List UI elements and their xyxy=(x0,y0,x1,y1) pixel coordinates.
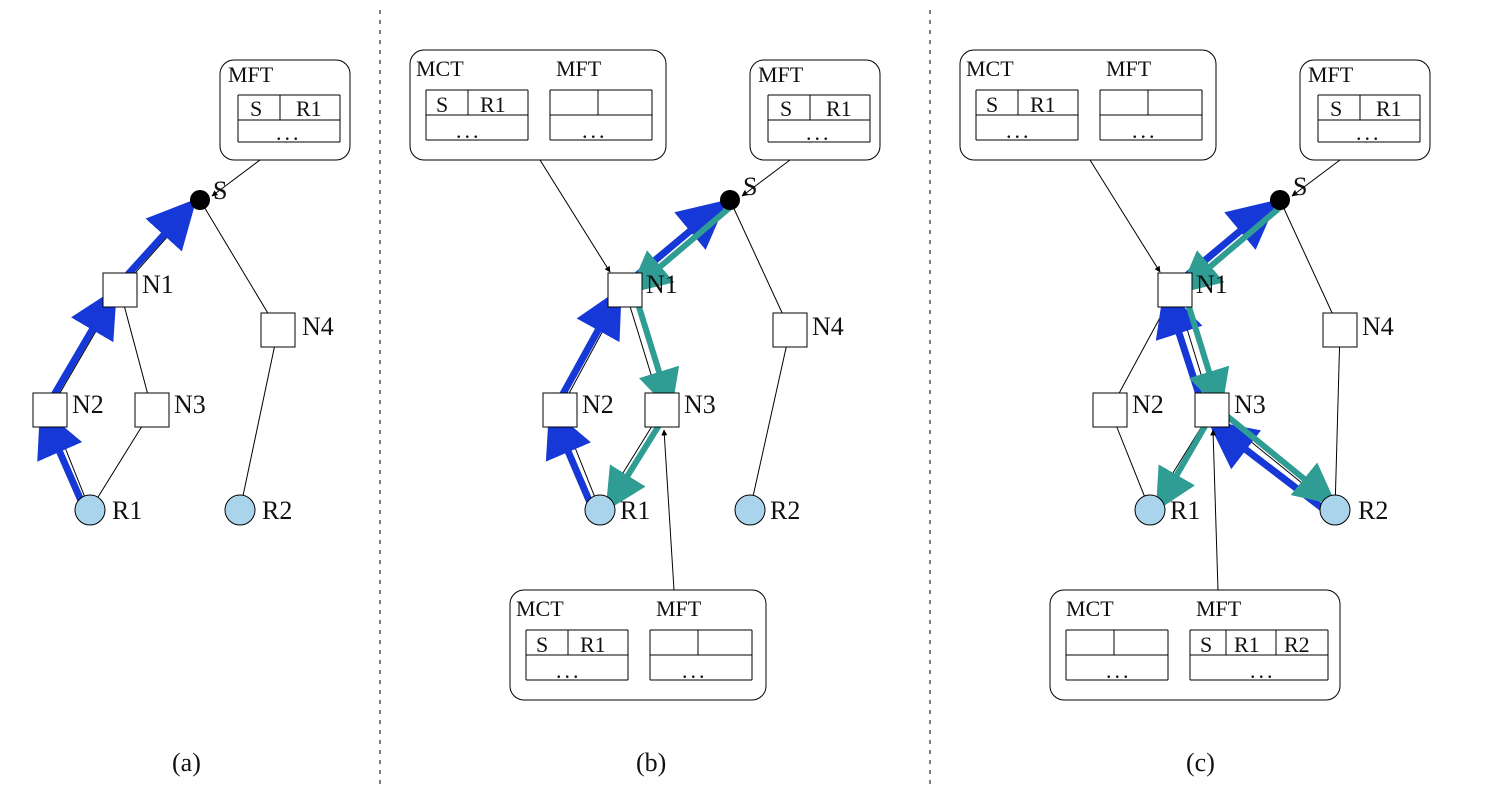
receiver-node xyxy=(585,495,615,525)
receiver-node xyxy=(735,495,765,525)
table-cell: S xyxy=(986,92,998,118)
callout-pointer xyxy=(1213,430,1218,590)
node-label-r1: R1 xyxy=(112,496,142,526)
panel-label-a: (a) xyxy=(172,748,201,778)
node-label-r1: R1 xyxy=(1170,496,1200,526)
callout-pointer xyxy=(664,430,674,590)
node-label-r2: R2 xyxy=(770,496,800,526)
table-cell: S xyxy=(436,92,448,118)
source-node xyxy=(720,190,740,210)
receiver-node xyxy=(1135,495,1165,525)
table-cell: R1 xyxy=(580,632,606,658)
callout-pointer xyxy=(1090,160,1160,272)
ellipsis: ... xyxy=(682,658,708,684)
blue-edge xyxy=(1215,426,1330,514)
node-label-n1: N1 xyxy=(646,270,678,300)
node-label-n4: N4 xyxy=(302,312,334,342)
table-cell: S xyxy=(536,632,548,658)
receiver-node xyxy=(225,495,255,525)
node-label-n3: N3 xyxy=(1234,390,1266,420)
teal-edge xyxy=(635,294,669,404)
node-label-r2: R2 xyxy=(262,496,292,526)
table-title: MCT xyxy=(516,596,564,622)
table-title: MFT xyxy=(228,62,273,88)
table-cell: R1 xyxy=(1234,632,1260,658)
table-title: MFT xyxy=(1308,62,1353,88)
panel-label-b: (b) xyxy=(636,748,666,778)
panel-c xyxy=(960,50,1430,700)
node-label-n3: N3 xyxy=(684,390,716,420)
blue-edge xyxy=(44,416,86,512)
table-cell: R1 xyxy=(480,92,506,118)
table-title: MFT xyxy=(656,596,701,622)
node-label-n2: N2 xyxy=(1132,390,1164,420)
node-label-s: S xyxy=(1293,172,1307,202)
panel-a xyxy=(33,60,350,525)
ellipsis: ... xyxy=(1356,120,1382,146)
node-label-s: S xyxy=(213,176,227,206)
table-cell: R1 xyxy=(1376,96,1402,122)
callout-pointer xyxy=(540,160,610,272)
teal-edge xyxy=(1222,412,1330,500)
receiver-node xyxy=(1320,495,1350,525)
node-label-n2: N2 xyxy=(582,390,614,420)
node-label-n2: N2 xyxy=(72,390,104,420)
source-node xyxy=(190,190,210,210)
table-cell: S xyxy=(1200,632,1212,658)
blue-edge xyxy=(553,416,594,512)
node-label-n4: N4 xyxy=(1362,312,1394,342)
table-cell: R2 xyxy=(1284,632,1310,658)
node-label-n1: N1 xyxy=(142,270,174,300)
diagram-canvas: S N1 N2 N3 N4 R1 R2 MFT S R1 ... (a) S N… xyxy=(0,0,1500,800)
table-title: MCT xyxy=(1066,596,1114,622)
table-title: MFT xyxy=(1106,56,1151,82)
ellipsis: ... xyxy=(1132,118,1158,144)
node-label-s: S xyxy=(743,172,757,202)
table-title: MFT xyxy=(556,56,601,82)
table-cell: R1 xyxy=(296,96,322,122)
node-label-n1: N1 xyxy=(1196,270,1228,300)
table-cell: S xyxy=(1330,96,1342,122)
ellipsis: ... xyxy=(1106,658,1132,684)
table-cell: R1 xyxy=(826,96,852,122)
table-cell: R1 xyxy=(1030,92,1056,118)
node-label-r1: R1 xyxy=(620,496,650,526)
panel-label-c: (c) xyxy=(1186,748,1215,778)
teal-edge xyxy=(1185,294,1219,404)
table-title: MFT xyxy=(758,62,803,88)
node-label-r2: R2 xyxy=(1358,496,1388,526)
ellipsis: ... xyxy=(582,118,608,144)
ellipsis: ... xyxy=(1250,658,1276,684)
table-cell: S xyxy=(780,96,792,122)
table-cell: S xyxy=(250,96,262,122)
source-node xyxy=(1270,190,1290,210)
receiver-node xyxy=(75,495,105,525)
ellipsis: ... xyxy=(806,120,832,146)
node-label-n4: N4 xyxy=(812,312,844,342)
node-label-n3: N3 xyxy=(174,390,206,420)
table-title: MFT xyxy=(1196,596,1241,622)
table-title: MCT xyxy=(966,56,1014,82)
panel-b xyxy=(410,50,880,700)
ellipsis: ... xyxy=(1006,118,1032,144)
table-title: MCT xyxy=(416,56,464,82)
ellipsis: ... xyxy=(456,118,482,144)
ellipsis: ... xyxy=(276,120,302,146)
ellipsis: ... xyxy=(556,658,582,684)
